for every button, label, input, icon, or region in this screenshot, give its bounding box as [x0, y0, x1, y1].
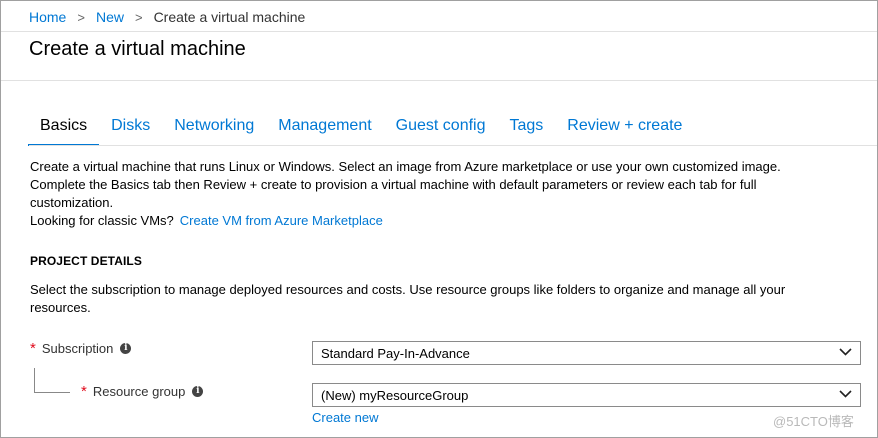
create-vm-window: Home > New > Create a virtual machine Cr…: [0, 0, 878, 438]
classic-vm-prompt: Looking for classic VMs? Create VM from A…: [30, 212, 383, 230]
breadcrumb-new[interactable]: New: [96, 9, 124, 25]
tab-guest-config[interactable]: Guest config: [384, 113, 498, 143]
create-vm-marketplace-link[interactable]: Create VM from Azure Marketplace: [180, 213, 383, 228]
resource-group-select[interactable]: (New) myResourceGroup: [312, 383, 861, 407]
breadcrumb-home[interactable]: Home: [29, 9, 66, 25]
classic-vm-question: Looking for classic VMs?: [30, 213, 174, 228]
subscription-value: Standard Pay-In-Advance: [321, 345, 470, 361]
project-details-heading: PROJECT DETAILS: [30, 254, 142, 268]
page-title: Create a virtual machine: [29, 38, 246, 60]
intro-text: Create a virtual machine that runs Linux…: [30, 159, 781, 210]
subscription-label: * Subscription i: [30, 340, 132, 357]
tab-divider: [29, 145, 877, 146]
info-icon[interactable]: i: [120, 343, 132, 354]
chevron-right-icon: >: [134, 9, 143, 25]
tree-connector-horizontal: [34, 392, 70, 393]
tab-management[interactable]: Management: [266, 113, 383, 143]
resource-group-label-text: Resource group: [92, 384, 186, 399]
breadcrumb-current: Create a virtual machine: [153, 9, 306, 25]
project-details-description: Select the subscription to manage deploy…: [30, 282, 786, 315]
chevron-down-icon: [839, 390, 852, 398]
tab-networking[interactable]: Networking: [162, 113, 266, 143]
tab-review-create[interactable]: Review + create: [555, 113, 694, 143]
chevron-down-icon: [839, 348, 852, 356]
required-marker: *: [81, 383, 87, 400]
subscription-select[interactable]: Standard Pay-In-Advance: [312, 341, 861, 365]
tree-connector-vertical: [34, 368, 35, 392]
resource-group-value: (New) myResourceGroup: [321, 387, 469, 403]
subscription-label-text: Subscription: [41, 341, 114, 356]
tab-bar: Basics Disks Networking Management Guest…: [28, 113, 694, 146]
tab-basics[interactable]: Basics: [28, 113, 100, 146]
breadcrumb: Home > New > Create a virtual machine: [29, 7, 305, 27]
tab-tags[interactable]: Tags: [497, 113, 555, 143]
chevron-right-icon: >: [77, 9, 85, 25]
info-icon[interactable]: i: [192, 386, 204, 397]
title-divider: [1, 80, 877, 81]
required-marker: *: [30, 340, 36, 357]
tab-disks[interactable]: Disks: [99, 113, 162, 143]
breadcrumb-divider: [1, 31, 877, 32]
create-new-resource-group-link[interactable]: Create new: [312, 410, 378, 425]
resource-group-label: * Resource group i: [81, 383, 204, 400]
watermark: @51CTO博客: [773, 414, 854, 429]
